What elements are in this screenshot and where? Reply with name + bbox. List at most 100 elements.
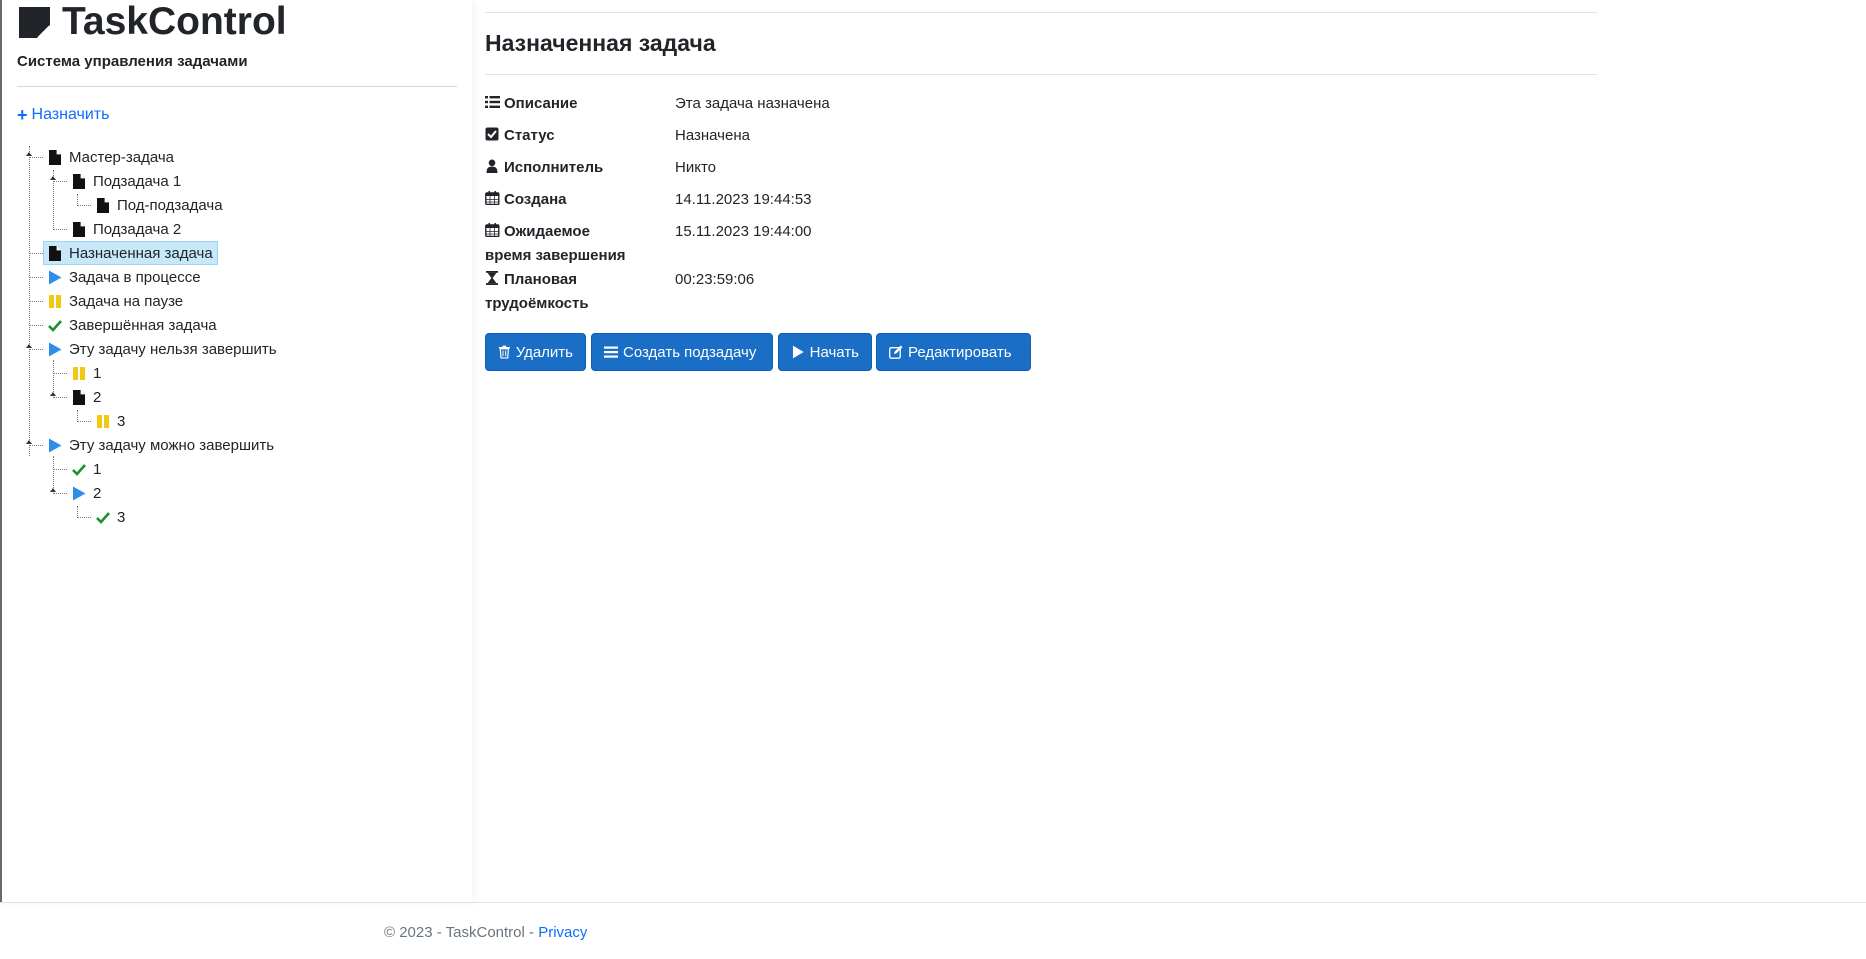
task-title: Назначенная задача xyxy=(485,30,716,56)
planned-effort-label: Плановая трудоёмкость xyxy=(485,268,675,316)
description-label: Описание xyxy=(485,92,675,116)
tree-connector xyxy=(77,205,91,206)
tree-node-label: Под-подзадача xyxy=(117,196,223,214)
expected-end-label: Ожидаемое время завершения xyxy=(485,220,675,268)
play-icon xyxy=(71,485,87,501)
play-icon xyxy=(47,269,63,285)
check-icon xyxy=(47,317,63,333)
start-button[interactable]: Начать xyxy=(778,333,872,371)
edit-button-label: Редактировать xyxy=(908,343,1012,361)
assignee-label: Исполнитель xyxy=(485,156,675,180)
tree-node[interactable]: 1 xyxy=(68,458,105,480)
description-value: Эта задача назначена xyxy=(675,95,830,112)
create-subtask-button-label: Создать подзадачу xyxy=(623,343,757,361)
tree-node[interactable]: Мастер-задача xyxy=(44,146,178,168)
tree-node-label: Задача в процессе xyxy=(69,268,201,286)
tree-node[interactable]: Эту задачу нельзя завершить xyxy=(44,338,281,360)
tree-connector xyxy=(29,277,43,278)
tree-connector xyxy=(29,301,43,302)
delete-button[interactable]: Удалить xyxy=(485,333,586,371)
menu-icon xyxy=(604,346,618,358)
collapse-toggle[interactable] xyxy=(50,176,56,180)
tree-node-label: Подзадача 1 xyxy=(93,172,182,190)
edit-button[interactable]: Редактировать xyxy=(876,333,1031,371)
expected-end-value: 15.11.2023 19:44:00 xyxy=(675,223,812,240)
tree-node[interactable]: Задача в процессе xyxy=(44,266,205,288)
tree-node[interactable]: 2 xyxy=(68,482,105,504)
field-label-text: Описание xyxy=(504,95,578,112)
tree-node[interactable]: Подзадача 1 xyxy=(68,170,185,192)
tree-node[interactable]: Подзадача 2 xyxy=(68,218,185,240)
tree-node[interactable]: 1 xyxy=(68,362,105,384)
tree-node-selected[interactable]: Назначенная задача xyxy=(43,241,218,265)
tree-node-label: Задача на паузе xyxy=(69,292,184,310)
pause-icon xyxy=(47,293,63,309)
tree-connector xyxy=(53,229,67,230)
created-label: Создана xyxy=(485,188,675,212)
file-icon xyxy=(47,245,63,261)
collapse-toggle[interactable] xyxy=(50,488,56,492)
tree-node[interactable]: Задача на паузе xyxy=(44,290,187,312)
tree-node-label: 3 xyxy=(117,508,126,526)
sidebar: TaskControl Система управления задачами … xyxy=(2,0,472,902)
delete-button-label: Удалить xyxy=(515,343,573,361)
field-label-text: Плановая xyxy=(504,271,577,288)
tree-connector xyxy=(29,253,43,254)
footer-divider xyxy=(0,902,1866,903)
tree-node[interactable]: 3 xyxy=(92,410,129,432)
tree-node-label: Мастер-задача xyxy=(69,148,175,166)
field-label-text: Создана xyxy=(504,191,567,208)
footer: © 2023 - TaskControl - Privacy xyxy=(384,924,587,941)
file-icon xyxy=(71,221,87,237)
tree-node-label: 2 xyxy=(93,388,102,406)
hourglass-icon xyxy=(486,271,498,285)
checkbox-icon xyxy=(485,127,499,141)
tree-connector xyxy=(53,469,67,470)
field-label-text: Ожидаемое xyxy=(504,223,590,240)
calendar-icon xyxy=(485,191,500,205)
collapse-toggle[interactable] xyxy=(50,392,56,396)
tree-connector xyxy=(53,373,67,374)
tree-node-label: Завершённая задача xyxy=(69,316,217,334)
create-subtask-button[interactable]: Создать подзадачу xyxy=(591,333,773,371)
tree-connector xyxy=(29,157,43,158)
file-icon xyxy=(71,173,87,189)
pause-icon xyxy=(95,413,111,429)
tree-node[interactable]: 2 xyxy=(68,386,105,408)
title-divider xyxy=(485,74,1597,75)
field-label-text: Исполнитель xyxy=(504,159,604,176)
task-tree: Мастер-задача Подзадача 1 Под-подзадача … xyxy=(2,0,472,902)
tree-node-label: 3 xyxy=(117,412,126,430)
start-button-label: Начать xyxy=(809,343,859,361)
tree-node[interactable]: 3 xyxy=(92,506,129,528)
collapse-toggle[interactable] xyxy=(26,152,32,156)
privacy-link[interactable]: Privacy xyxy=(538,924,587,941)
tree-node-label: 1 xyxy=(93,364,102,382)
tree-connector xyxy=(77,517,91,518)
trash-icon xyxy=(498,345,510,359)
tree-connector xyxy=(53,360,54,396)
collapse-toggle[interactable] xyxy=(26,440,32,444)
tree-connector xyxy=(77,421,91,422)
list-icon xyxy=(485,96,500,108)
calendar-icon xyxy=(485,223,500,237)
pause-icon xyxy=(71,365,87,381)
field-label-text: Статус xyxy=(504,127,555,144)
edit-icon xyxy=(889,345,903,359)
tree-connector xyxy=(29,325,43,326)
play-icon xyxy=(47,341,63,357)
tree-node-label: 2 xyxy=(93,484,102,502)
created-value: 14.11.2023 19:44:53 xyxy=(675,191,812,208)
collapse-toggle[interactable] xyxy=(26,344,32,348)
status-value: Назначена xyxy=(675,127,750,144)
tree-node-label: 1 xyxy=(93,460,102,478)
tree-node-label: Подзадача 2 xyxy=(93,220,182,238)
tree-connector xyxy=(53,456,54,492)
file-icon xyxy=(71,389,87,405)
tree-node[interactable]: Под-подзадача xyxy=(92,194,227,216)
check-icon xyxy=(95,509,111,525)
planned-effort-value: 00:23:59:06 xyxy=(675,271,755,288)
tree-node[interactable]: Эту задачу можно завершить xyxy=(44,434,278,456)
tree-node-label: Эту задачу нельзя завершить xyxy=(69,340,277,358)
tree-node[interactable]: Завершённая задача xyxy=(44,314,221,336)
